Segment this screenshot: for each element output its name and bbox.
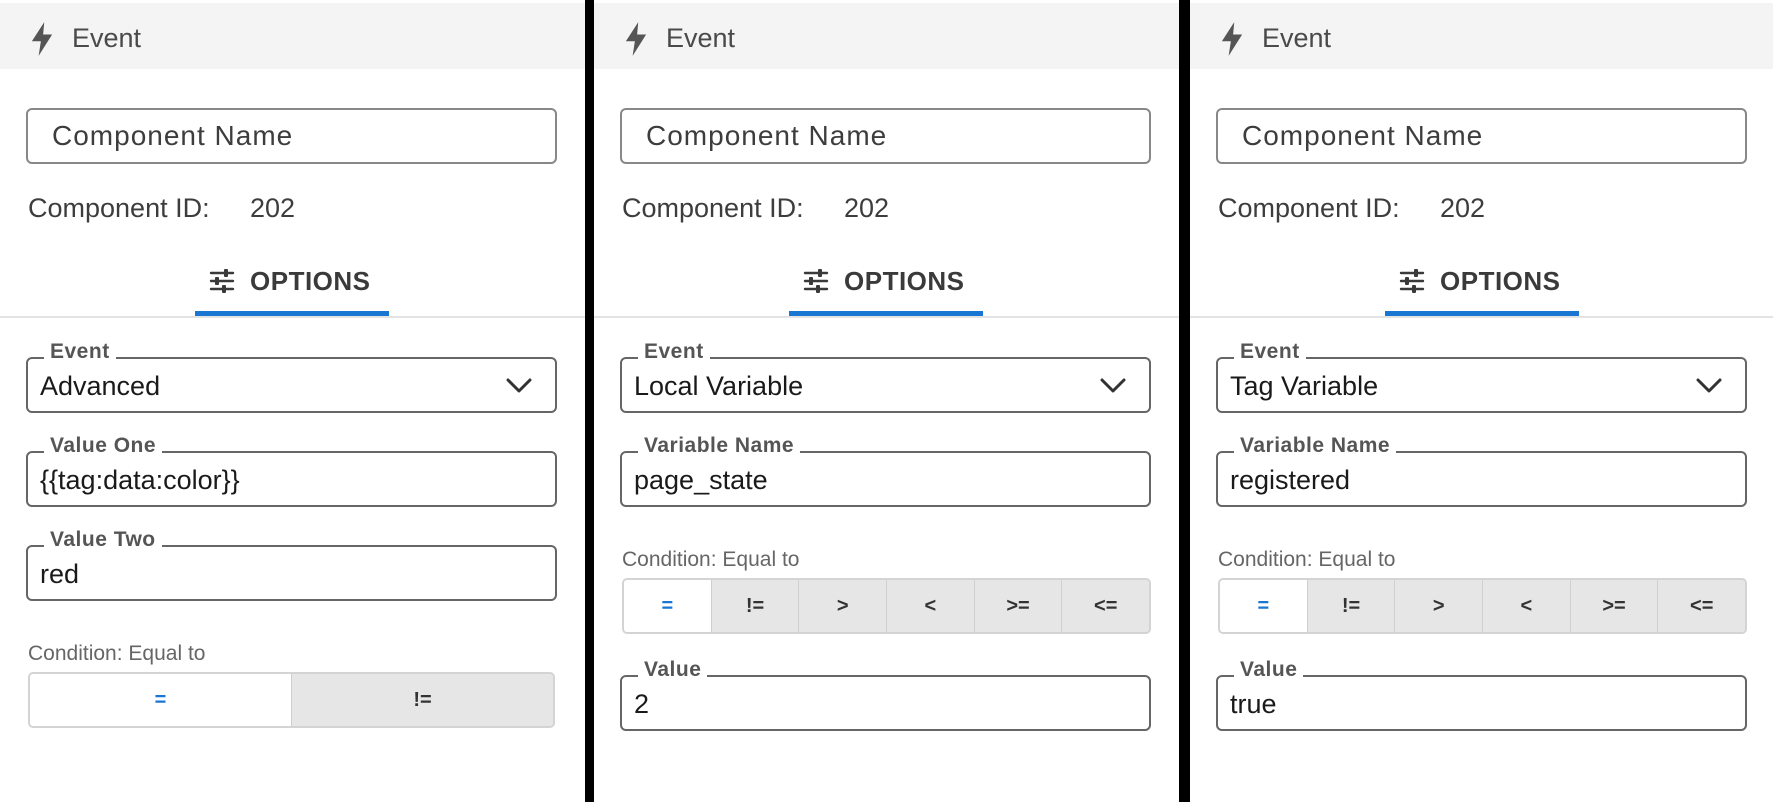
component-id-value: 202 <box>1440 193 1486 223</box>
variable-name-input[interactable]: registered <box>1230 465 1350 496</box>
value-one-field[interactable]: Value One {{tag:data:color}} <box>26 434 557 507</box>
event-select-value: Local Variable <box>634 371 804 401</box>
tab-options-label: OPTIONS <box>1440 266 1561 296</box>
event-select-legend: Event <box>1234 340 1306 364</box>
value-field[interactable]: Value 2 <box>620 658 1151 731</box>
component-id-label: Component ID: <box>622 193 804 223</box>
tab-divider <box>594 316 1179 318</box>
value-legend: Value <box>638 658 708 682</box>
condition-toggle-group: = != > < >= <= <box>622 578 1151 634</box>
chevron-down-icon <box>506 378 532 393</box>
event-panel-advanced: Event Component ID: 202 OPTIONS Event Ad… <box>0 0 585 802</box>
event-panel-tag-variable: Event Component ID: 202 OPTIONS Event Ta… <box>1190 0 1773 802</box>
condition-option-equal[interactable]: = <box>624 580 711 632</box>
sliders-icon <box>803 269 829 293</box>
condition-option-greater[interactable]: > <box>1394 580 1483 632</box>
value-one-legend: Value One <box>44 434 163 458</box>
sliders-icon <box>209 269 235 293</box>
panel-title: Event <box>666 23 736 53</box>
tab-options[interactable]: OPTIONS <box>1385 252 1579 316</box>
component-name-input[interactable] <box>52 110 532 162</box>
value-input[interactable]: true <box>1230 689 1277 720</box>
panel-header: Event <box>0 3 585 69</box>
condition-option-greater-equal[interactable]: >= <box>1569 580 1658 632</box>
condition-option-not-equal[interactable]: != <box>291 674 553 726</box>
tab-divider <box>1190 316 1773 318</box>
panel-header: Event <box>1190 3 1773 69</box>
component-name-field[interactable] <box>26 108 557 164</box>
panel-title: Event <box>1262 23 1332 53</box>
condition-option-equal[interactable]: = <box>1220 580 1307 632</box>
condition-option-not-equal[interactable]: != <box>710 580 799 632</box>
condition-toggle-group: = != <box>28 672 555 728</box>
tab-options-label: OPTIONS <box>250 266 371 296</box>
condition-option-less-equal[interactable]: <= <box>1061 580 1149 632</box>
event-panel-local-variable: Event Component ID: 202 OPTIONS Event Lo… <box>594 0 1179 802</box>
value-input[interactable]: 2 <box>634 689 649 720</box>
variable-name-legend: Variable Name <box>1234 434 1397 458</box>
value-two-field[interactable]: Value Two red <box>26 528 557 601</box>
condition-option-less[interactable]: < <box>1482 580 1570 632</box>
lightning-bolt-icon <box>625 22 647 56</box>
event-select-value: Advanced <box>40 371 161 401</box>
event-select-value: Tag Variable <box>1230 371 1379 401</box>
condition-option-greater-equal[interactable]: >= <box>973 580 1062 632</box>
value-two-input[interactable]: red <box>40 559 79 590</box>
condition-label: Condition: Equal to <box>28 642 206 665</box>
event-select[interactable]: Event Tag Variable <box>1216 340 1747 413</box>
tab-options-label: OPTIONS <box>844 266 965 296</box>
value-one-input[interactable]: {{tag:data:color}} <box>40 465 240 496</box>
lightning-bolt-icon <box>31 22 53 56</box>
variable-name-input[interactable]: page_state <box>634 465 768 496</box>
component-id-value: 202 <box>250 193 296 223</box>
condition-label: Condition: Equal to <box>1218 548 1396 571</box>
condition-option-less[interactable]: < <box>886 580 974 632</box>
component-name-field[interactable] <box>1216 108 1747 164</box>
tab-options[interactable]: OPTIONS <box>789 252 983 316</box>
value-legend: Value <box>1234 658 1304 682</box>
component-id-label: Component ID: <box>1218 193 1400 223</box>
panel-title: Event <box>72 23 142 53</box>
tab-divider <box>0 316 585 318</box>
chevron-down-icon <box>1100 378 1126 393</box>
component-name-field[interactable] <box>620 108 1151 164</box>
sliders-icon <box>1399 269 1425 293</box>
variable-name-legend: Variable Name <box>638 434 801 458</box>
condition-option-equal[interactable]: = <box>30 674 291 726</box>
component-id-label: Component ID: <box>28 193 210 223</box>
condition-option-not-equal[interactable]: != <box>1306 580 1395 632</box>
event-select[interactable]: Event Local Variable <box>620 340 1151 413</box>
component-id-value: 202 <box>844 193 890 223</box>
event-select-legend: Event <box>638 340 710 364</box>
event-select-legend: Event <box>44 340 116 364</box>
condition-option-greater[interactable]: > <box>798 580 887 632</box>
condition-label: Condition: Equal to <box>622 548 800 571</box>
tab-options[interactable]: OPTIONS <box>195 252 389 316</box>
condition-option-less-equal[interactable]: <= <box>1657 580 1745 632</box>
event-select[interactable]: Event Advanced <box>26 340 557 413</box>
lightning-bolt-icon <box>1221 22 1243 56</box>
component-name-input[interactable] <box>646 110 1126 162</box>
component-name-input[interactable] <box>1242 110 1722 162</box>
condition-toggle-group: = != > < >= <= <box>1218 578 1747 634</box>
value-field[interactable]: Value true <box>1216 658 1747 731</box>
value-two-legend: Value Two <box>44 528 162 552</box>
chevron-down-icon <box>1696 378 1722 393</box>
panel-header: Event <box>594 3 1179 69</box>
variable-name-field[interactable]: Variable Name page_state <box>620 434 1151 507</box>
variable-name-field[interactable]: Variable Name registered <box>1216 434 1747 507</box>
